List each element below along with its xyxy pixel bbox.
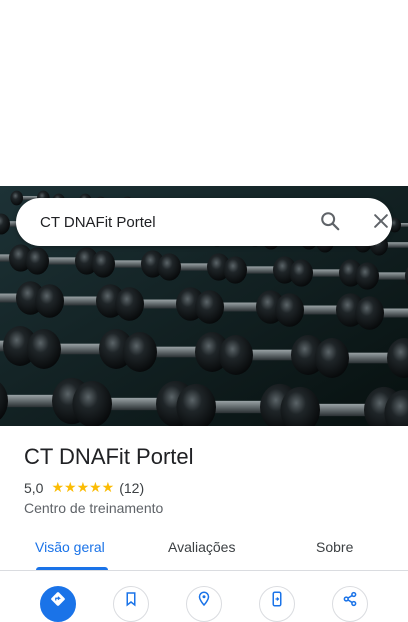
place-name: CT DNAFit Portel: [24, 444, 194, 469]
rating-value: 5,0: [24, 479, 44, 496]
nearby-icon: [198, 591, 210, 607]
bookmark-icon: [126, 592, 136, 607]
send-to-phone-icon: [272, 591, 282, 607]
directions-button[interactable]: [40, 586, 76, 622]
star-rating-icon: ★★★★★: [51, 479, 115, 495]
tab-about[interactable]: Sobre: [316, 539, 353, 555]
active-tab-indicator: [36, 567, 108, 570]
map-area: [0, 0, 408, 186]
place-category[interactable]: Centro de treinamento: [24, 500, 163, 516]
directions-icon: [51, 592, 65, 606]
tab-reviews[interactable]: Avaliações: [168, 539, 235, 555]
search-icon[interactable]: [319, 210, 341, 232]
send-to-phone-button[interactable]: [259, 586, 295, 622]
review-count[interactable]: (12): [119, 480, 144, 496]
rating-row[interactable]: 5,0 ★★★★★ (12): [24, 479, 144, 496]
search-bar[interactable]: CT DNAFit Portel: [16, 198, 392, 246]
share-icon: [343, 591, 357, 607]
save-button[interactable]: [113, 586, 149, 622]
tab-overview[interactable]: Visão geral: [35, 539, 105, 555]
share-button[interactable]: [332, 586, 368, 622]
close-icon[interactable]: [371, 211, 391, 231]
action-buttons: [0, 586, 408, 622]
nearby-button[interactable]: [186, 586, 222, 622]
tab-bar: Visão geral Avaliações Sobre: [0, 530, 408, 571]
